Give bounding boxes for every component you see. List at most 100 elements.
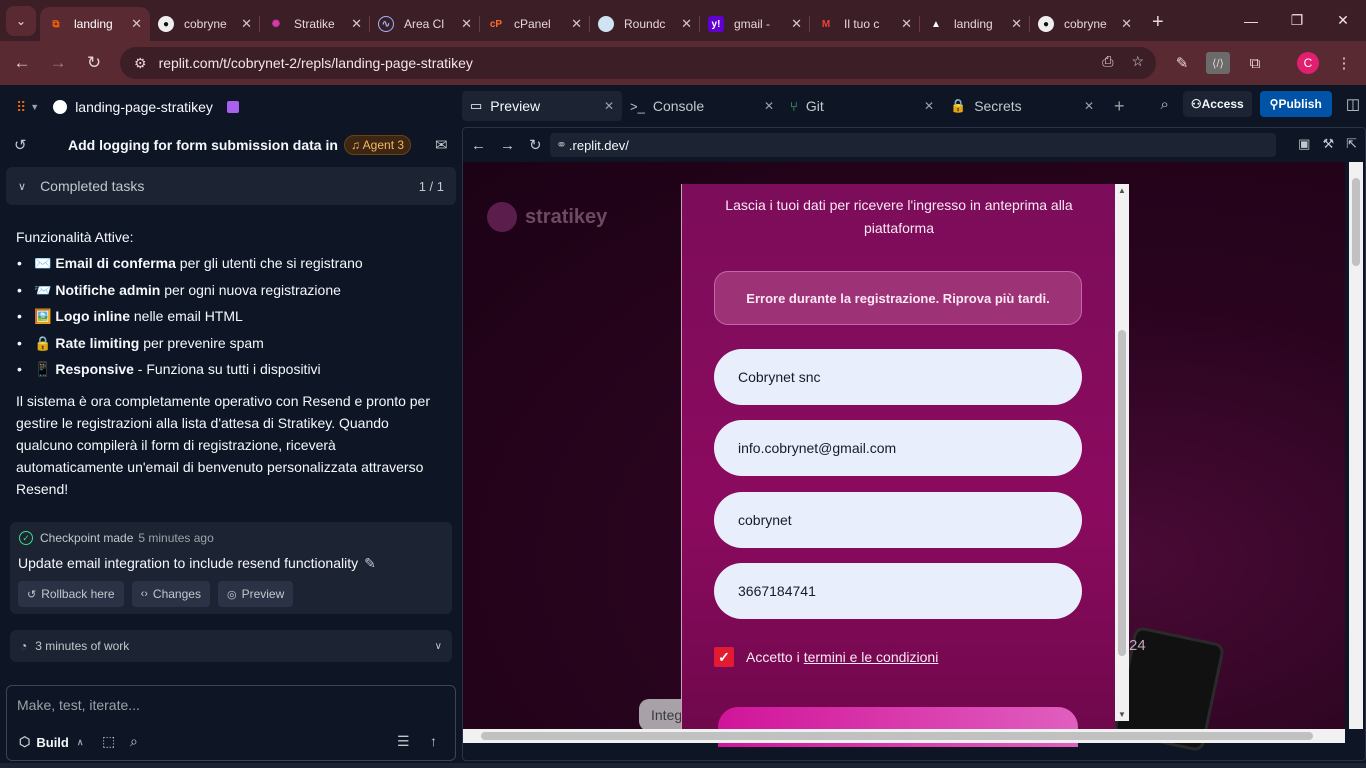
work-summary-toggle[interactable]: ◔ 3 minutes of work ∨	[10, 630, 452, 662]
install-app-icon[interactable]: ⎙	[1102, 53, 1113, 70]
bookmark-star-icon[interactable]: ☆	[1131, 53, 1144, 70]
horizontal-scrollbar[interactable]	[463, 729, 1345, 743]
tab-console[interactable]: >_ Console ✕	[622, 91, 782, 121]
close-icon[interactable]: ✕	[1121, 16, 1132, 32]
open-external-icon[interactable]: ⇱	[1346, 136, 1357, 152]
code-extension-icon[interactable]: ⟨/⟩	[1206, 52, 1230, 74]
close-icon[interactable]: ✕	[901, 16, 912, 32]
access-label: Access	[1201, 97, 1244, 111]
email-field[interactable]: info.cobrynet@gmail.com	[714, 420, 1082, 476]
browser-tab-9[interactable]: ● cobryne ✕	[1030, 7, 1140, 41]
changes-button[interactable]: ‹› Changes	[131, 581, 210, 607]
preview-url-field[interactable]: ⚭ .replit.dev/	[550, 133, 1276, 157]
close-icon[interactable]: ✕	[131, 16, 142, 32]
chevron-down-icon[interactable]: ▼	[30, 102, 39, 112]
terms-checkbox[interactable]: ✓	[714, 647, 734, 667]
browser-menu-icon[interactable]: ⋮	[1332, 52, 1356, 74]
search-icon[interactable]: ⌕	[1160, 96, 1168, 113]
close-icon[interactable]: ✕	[241, 16, 252, 32]
tab-secrets[interactable]: 🔒 Secrets ✕	[942, 91, 1102, 121]
restore-icon[interactable]: ❐	[1274, 0, 1320, 41]
browser-tab-6[interactable]: y! gmail - ✕	[700, 7, 810, 41]
close-icon[interactable]: ✕	[604, 99, 614, 113]
tab-search-menu-button[interactable]: ⌄	[6, 5, 36, 36]
close-icon[interactable]: ✕	[924, 99, 934, 113]
scroll-down-icon[interactable]: ▼	[1118, 710, 1126, 719]
new-chat-icon[interactable]: ✉	[435, 136, 448, 154]
cube-icon: ⬡	[19, 734, 31, 749]
minimize-icon[interactable]: —	[1228, 0, 1274, 41]
profile-avatar[interactable]: C	[1297, 52, 1319, 74]
forward-icon[interactable]: →	[40, 53, 76, 73]
close-icon[interactable]: ✕	[764, 99, 774, 113]
workspace-actions: ⌕ ⚇ Access ⚲ Publish ◫	[1160, 91, 1366, 117]
username-field[interactable]: cobrynet	[714, 492, 1082, 548]
publish-label: Publish	[1278, 97, 1322, 111]
completed-tasks-label: Completed tasks	[40, 178, 145, 194]
phone-field[interactable]: 3667184741	[714, 563, 1082, 619]
close-icon[interactable]: ✕	[1084, 99, 1094, 113]
attach-icon[interactable]: ⌕	[130, 733, 138, 750]
browser-tab-0[interactable]: ⧉ landing ✕	[40, 7, 150, 41]
page-scroll-thumb[interactable]	[1352, 178, 1360, 266]
close-icon[interactable]: ✕	[681, 16, 692, 32]
chat-composer[interactable]: Make, test, iterate... ⬡ Build ∧ ⬚ ⌕ ☰ ↑	[6, 685, 456, 761]
page-scrollbar[interactable]	[1349, 162, 1363, 729]
company-field[interactable]: Cobrynet snc	[714, 349, 1082, 405]
pencil-icon[interactable]: ✎	[364, 555, 376, 571]
history-icon[interactable]: ↺	[14, 136, 54, 154]
devices-icon[interactable]: ▣	[1298, 136, 1310, 152]
rollback-button[interactable]: ↺ Rollback here	[18, 581, 124, 607]
close-icon[interactable]: ✕	[791, 16, 802, 32]
browser-tab-3[interactable]: ∿ Area Cl ✕	[370, 7, 480, 41]
browser-tab-4[interactable]: cP cPanel ✕	[480, 7, 590, 41]
checkpoint-header: ✓ Checkpoint made 5 minutes ago	[19, 531, 214, 545]
terms-checkbox-row: ✓ Accetto i termini e le condizioni	[714, 647, 938, 667]
terms-link[interactable]: termini e le condizioni	[804, 649, 939, 665]
browser-tab-1[interactable]: ● cobryne ✕	[150, 7, 260, 41]
build-mode-button[interactable]: ⬡ Build ∧	[19, 734, 83, 750]
url-field[interactable]: ⚙ replit.com/t/cobrynet-2/repls/landing-…	[120, 47, 1156, 79]
new-tab-button[interactable]: +	[1152, 11, 1164, 34]
forward-icon[interactable]: →	[500, 137, 515, 154]
puzzle-extensions-icon[interactable]: ⧉	[1243, 52, 1267, 74]
back-icon[interactable]: ←	[471, 137, 486, 154]
replit-logo-icon[interactable]: ⠿	[16, 99, 26, 116]
completed-tasks-toggle[interactable]: ∨ Completed tasks 1 / 1	[6, 167, 456, 205]
site-info-icon[interactable]: ⚙	[134, 55, 147, 72]
access-button[interactable]: ⚇ Access	[1182, 91, 1252, 117]
reload-icon[interactable]: ↻	[76, 53, 112, 73]
close-window-icon[interactable]: ✕	[1320, 0, 1366, 41]
agent-badge[interactable]: ♫ Agent 3	[344, 135, 412, 155]
back-icon[interactable]: ←	[4, 53, 40, 73]
select-element-icon[interactable]: ⬚	[102, 733, 115, 750]
browser-tab-2[interactable]: ✺ Stratike ✕	[260, 7, 370, 41]
horizontal-scroll-thumb[interactable]	[481, 732, 1313, 740]
send-icon[interactable]: ↑	[430, 733, 437, 749]
chevron-up-icon: ∧	[76, 736, 84, 747]
preview-button[interactable]: ◎ Preview	[217, 581, 294, 607]
close-icon[interactable]: ✕	[461, 16, 472, 32]
project-name[interactable]: landing-page-stratikey	[75, 99, 213, 115]
tab-preview[interactable]: ▭ Preview ✕	[462, 91, 622, 121]
checkpoint-title-text: Update email integration to include rese…	[18, 555, 359, 571]
tab-git[interactable]: ⑂ Git ✕	[782, 91, 942, 121]
wrench-icon[interactable]: ⚒	[1322, 136, 1334, 152]
pen-extension-icon[interactable]: ✎	[1170, 52, 1194, 74]
close-icon[interactable]: ✕	[571, 16, 582, 32]
browser-tab-5[interactable]: Roundc ✕	[590, 7, 700, 41]
browser-tab-8[interactable]: ▲ landing ✕	[920, 7, 1030, 41]
browser-tab-7[interactable]: M Il tuo c ✕	[810, 7, 920, 41]
close-icon[interactable]: ✕	[1011, 16, 1022, 32]
badge-number: 24	[1129, 637, 1146, 654]
reload-icon[interactable]: ↻	[529, 136, 542, 154]
split-view-icon[interactable]: ◫	[1346, 95, 1360, 113]
completed-tasks-count: 1 / 1	[418, 178, 444, 194]
settings-sliders-icon[interactable]: ☰	[397, 733, 410, 750]
close-icon[interactable]: ✕	[351, 16, 362, 32]
modal-scrollbar[interactable]: ▲ ▼	[1115, 184, 1129, 721]
add-tab-button[interactable]: +	[1114, 91, 1125, 121]
modal-scroll-thumb[interactable]	[1118, 330, 1126, 656]
scroll-up-icon[interactable]: ▲	[1118, 186, 1126, 195]
publish-button[interactable]: ⚲ Publish	[1259, 91, 1332, 117]
